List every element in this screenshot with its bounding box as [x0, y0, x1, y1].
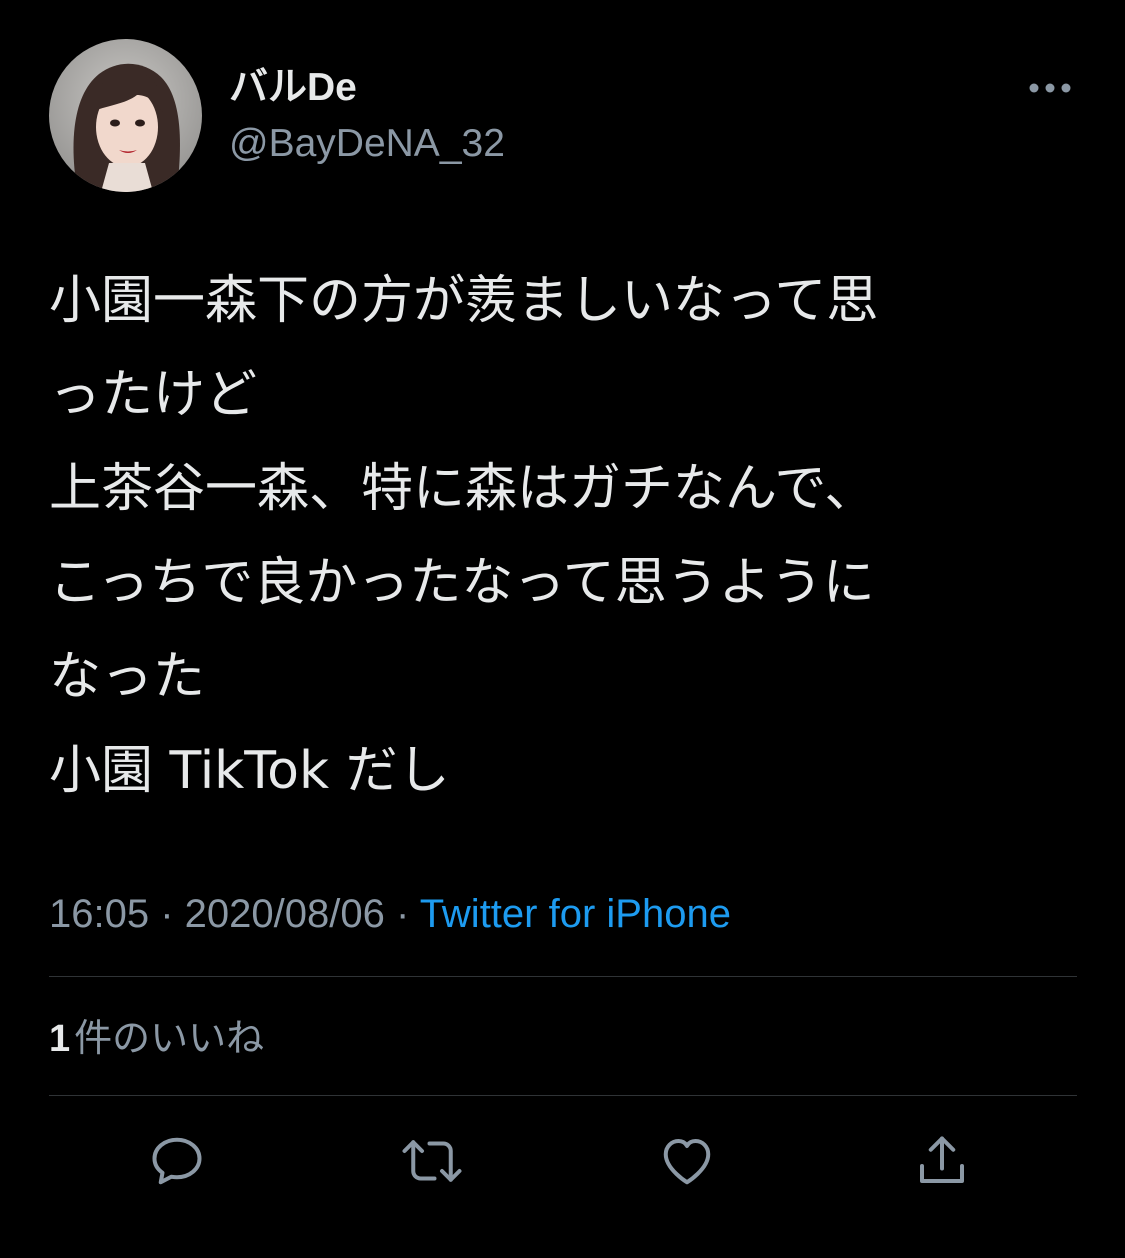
avatar-image — [49, 39, 202, 192]
tweet-meta: 16:05 · 2020/08/06 · Twitter for iPhone — [49, 888, 731, 940]
tweet-text: 小園一森下の方が羨ましいなって思 ったけど 上茶谷一森、特に森はガチなんで、 こ… — [49, 254, 1089, 818]
tweet-source-link[interactable]: Twitter for iPhone — [420, 892, 731, 936]
reply-button[interactable] — [142, 1126, 212, 1196]
share-icon — [920, 1136, 964, 1183]
tweet-text-line: こっちで良かったなって思うように — [49, 553, 875, 613]
display-name[interactable]: バルDe — [229, 64, 357, 112]
more-options-button[interactable] — [1018, 68, 1082, 108]
tweet-text-line: 小園一森下の方が羨ましいなって思 — [49, 271, 879, 331]
tweet-text-line: ったけど — [49, 365, 258, 425]
likes-count[interactable]: 1 件のいいね — [49, 1012, 264, 1065]
tweet-text-line: なった — [49, 647, 206, 707]
avatar[interactable] — [49, 39, 202, 192]
tweet-text-line: 小園 TikTok だし — [49, 741, 450, 801]
retweet-icon — [402, 1140, 462, 1182]
retweet-button[interactable] — [397, 1126, 467, 1196]
heart-icon — [663, 1139, 711, 1185]
tweet-date: 2020/08/06 — [184, 892, 385, 936]
meta-separator: · — [384, 892, 420, 936]
tweet-text-line: 上茶谷一森、特に森はガチなんで、 — [49, 459, 877, 519]
likes-number: 1 — [49, 1018, 71, 1060]
more-dots-icon — [1029, 83, 1071, 93]
divider — [49, 1095, 1077, 1096]
tweet-time: 16:05 — [49, 892, 150, 936]
divider — [49, 976, 1077, 977]
reply-icon — [152, 1137, 202, 1185]
user-handle[interactable]: @BayDeNA_32 — [229, 120, 505, 168]
tweet-detail: バルDe @BayDeNA_32 小園一森下の方が羨ましいなって思 ったけど 上… — [0, 0, 1125, 1258]
share-button[interactable] — [907, 1126, 977, 1196]
like-button[interactable] — [652, 1126, 722, 1196]
meta-separator: · — [149, 892, 185, 936]
likes-label: 件のいいね — [74, 1016, 265, 1060]
